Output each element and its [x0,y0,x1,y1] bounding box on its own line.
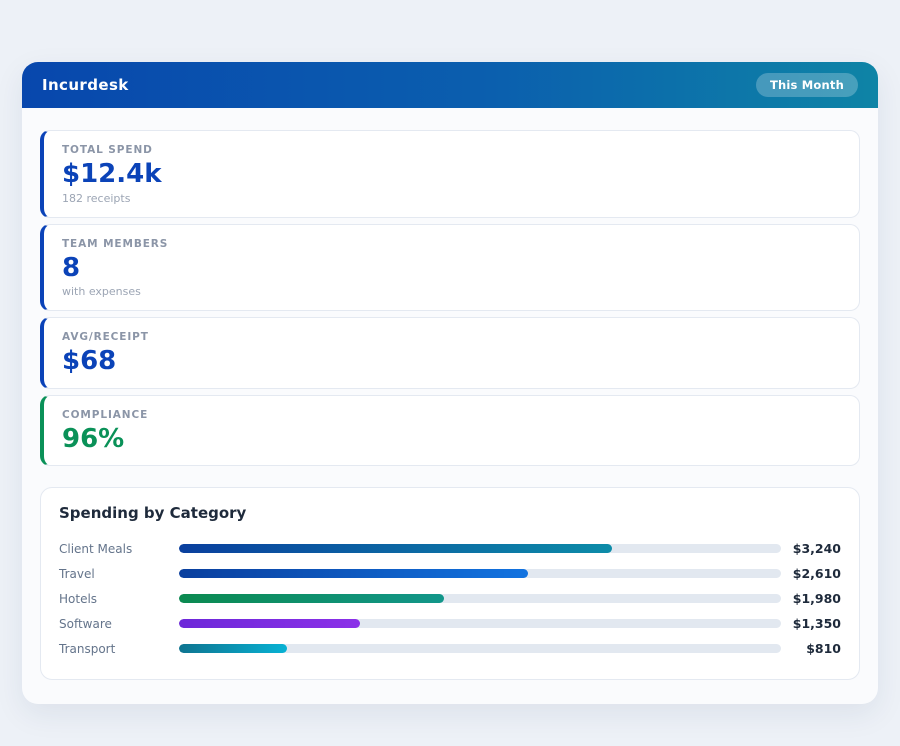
bar-track [179,619,781,629]
stat-card: AVG/RECEIPT $68 [40,317,860,389]
stat-label: TEAM MEMBERS [62,237,169,250]
stat-value: 8 [62,252,81,283]
stat-value: $68 [62,346,117,377]
bar-fill [179,644,288,654]
bar-fill [179,594,444,604]
category-label: Client Meals [59,541,133,556]
stat-card: TOTAL SPEND $12.4k 182 receipts [40,130,860,218]
category-label: Travel [59,566,95,581]
chart-row: Hotels $1,980 [59,586,841,611]
category-label: Hotels [59,591,98,606]
stat-subtitle: 182 receipts [62,191,131,205]
chart-row: Client Meals $3,240 [59,536,841,561]
bar-fill [179,544,613,554]
stat-card: COMPLIANCE 96% [40,394,860,467]
app-container: Incurdesk This Month TOTAL SPEND $12.4k … [22,62,878,705]
stat-card: TEAM MEMBERS 8 with expenses [40,223,860,312]
app-title: Incurdesk [42,76,129,94]
stats-list: TOTAL SPEND $12.4k 182 receipts TEAM MEM… [40,130,860,467]
category-label: Transport [59,641,116,656]
bar-fill [179,569,529,579]
bar-fill [179,619,360,629]
value-label: $1,350 [792,616,841,632]
bar-track [179,644,781,654]
stat-label: COMPLIANCE [62,408,149,421]
period-badge[interactable]: This Month [755,73,858,97]
stat-subtitle: with expenses [62,285,141,299]
main-content: TOTAL SPEND $12.4k 182 receipts TEAM MEM… [22,108,878,704]
chart-title: Spending by Category [59,504,247,523]
value-label: $3,240 [792,541,841,557]
chart-row: Transport $810 [59,636,841,661]
stat-label: TOTAL SPEND [62,144,153,156]
value-label: $1,980 [792,591,841,607]
stat-value: $12.4k [62,159,162,189]
bar-track [179,544,781,554]
value-label: $810 [806,641,841,657]
category-label: Software [59,616,112,631]
chart-row: Software $1,350 [59,611,841,636]
chart-row: Travel $2,610 [59,561,841,586]
stat-value: 96% [62,423,125,454]
chart-rows: Client Meals $3,240 Travel $2,610 Hotels… [59,536,841,661]
bar-track [179,594,781,604]
stat-label: AVG/RECEIPT [62,331,149,344]
spending-chart-card: Spending by Category Client Meals $3,240… [40,487,860,681]
app-header: Incurdesk This Month [22,62,878,108]
value-label: $2,610 [792,566,841,582]
bar-track [179,569,781,579]
